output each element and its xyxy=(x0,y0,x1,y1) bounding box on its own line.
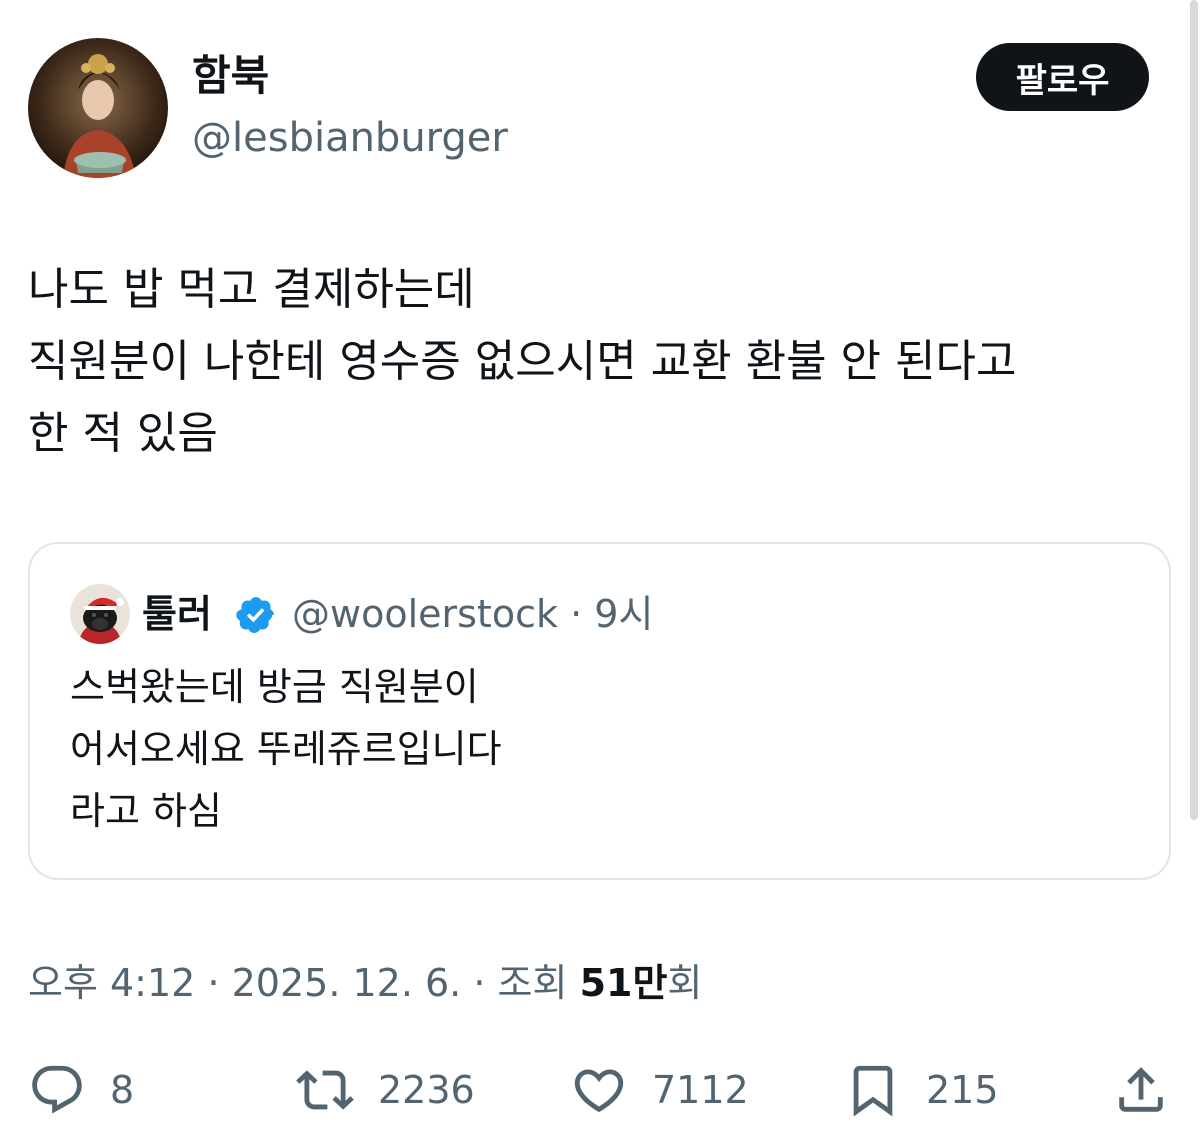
quoted-line: 어서오세요 뚜레쥬르입니다 xyxy=(70,727,502,771)
separator: · xyxy=(473,961,486,1005)
views-prefix: 조회 xyxy=(497,961,568,1005)
quoted-time[interactable]: 9시 xyxy=(594,592,653,636)
separator: · xyxy=(570,592,583,636)
tweet-text: 나도 밥 먹고 결제하는데 직원분이 나한테 영수증 없으시면 교환 환불 안 … xyxy=(28,254,1168,470)
bookmark-count: 215 xyxy=(926,1068,999,1112)
quoted-author-display-name[interactable]: 툴러 xyxy=(142,588,212,640)
profile-photo-icon xyxy=(70,584,130,644)
retweet-icon xyxy=(296,1070,354,1110)
tweet-line: 직원분이 나한테 영수증 없으시면 교환 환불 안 된다고 xyxy=(28,336,1017,387)
verified-badge-icon xyxy=(236,597,274,633)
author-avatar[interactable] xyxy=(28,38,168,178)
quoted-line: 스벅왔는데 방금 직원분이 xyxy=(70,665,479,709)
follow-button[interactable]: 팔로우 xyxy=(976,43,1149,111)
like-button[interactable]: 7112 xyxy=(570,1060,749,1120)
quoted-meta: @woolerstock · 9시 xyxy=(292,588,653,640)
quoted-tweet-card[interactable]: 툴러 @woolerstock · 9시 스벅왔는데 방금 직원분이 어서오세요… xyxy=(28,542,1171,880)
tweet-time[interactable]: 오후 4:12 xyxy=(28,961,195,1005)
heart-icon xyxy=(574,1069,624,1113)
quoted-author-avatar[interactable] xyxy=(70,584,130,644)
reply-count: 8 xyxy=(110,1068,135,1112)
quoted-tweet-text: 스벅왔는데 방금 직원분이 어서오세요 뚜레쥬르입니다 라고 하심 xyxy=(70,656,502,842)
quoted-line: 라고 하심 xyxy=(70,789,222,833)
bookmark-icon xyxy=(853,1065,893,1117)
tweet-line: 나도 밥 먹고 결제하는데 xyxy=(28,264,475,315)
separator: · xyxy=(207,961,220,1005)
reply-button[interactable]: 8 xyxy=(28,1060,134,1120)
reply-icon xyxy=(32,1065,82,1114)
retweet-count: 2236 xyxy=(378,1068,475,1112)
tweet-meta-row: 오후 4:12 · 2025. 12. 6. · 조회 51만회 xyxy=(28,955,702,1011)
scrollbar[interactable] xyxy=(1190,0,1198,820)
retweet-button[interactable]: 2236 xyxy=(296,1060,475,1120)
bookmark-button[interactable]: 215 xyxy=(844,1060,999,1120)
share-icon xyxy=(1119,1067,1163,1112)
tweet-line: 한 적 있음 xyxy=(28,408,218,459)
share-button[interactable] xyxy=(1112,1060,1170,1120)
views-suffix: 회 xyxy=(667,961,703,1005)
author-display-name[interactable]: 함북 xyxy=(192,48,269,104)
like-count: 7112 xyxy=(652,1068,749,1112)
tweet-date[interactable]: 2025. 12. 6. xyxy=(232,961,462,1005)
author-handle[interactable]: @lesbianburger xyxy=(192,110,508,166)
views-count: 51만 xyxy=(579,961,668,1005)
profile-photo-icon xyxy=(28,38,168,178)
quoted-author-handle[interactable]: @woolerstock xyxy=(292,592,558,636)
